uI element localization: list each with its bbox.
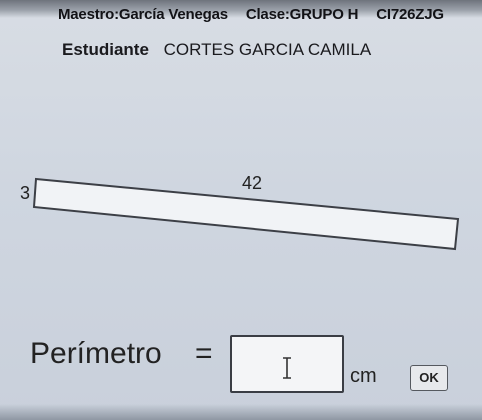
student-label: Estudiante [62,40,149,59]
bottom-edge [0,404,482,420]
equals-sign: = [195,337,213,370]
ok-button[interactable]: OK [410,365,448,391]
rectangle-shape [32,177,460,251]
class-label: Clase:GRUPO H [245,6,359,23]
unit-label: cm [350,365,377,387]
student-info: Estudiante CORTES GARCIA CAMILA [62,40,371,60]
answer-input[interactable] [230,335,344,393]
text-cursor-icon [283,357,291,379]
student-name: CORTES GARCIA CAMILA [163,40,372,59]
perimeter-label: Perímetro [30,337,162,370]
header-bar: Maestro:García Venegas Clase:GRUPO H CI7… [58,6,458,23]
teacher-label: Maestro:García Venegas [58,6,228,23]
perimeter-question: Perímetro = cm OK [30,335,470,395]
height-label: 3 [20,183,31,203]
class-code: CI726ZJG [376,6,444,23]
rectangle-figure: 42 3 [0,165,482,255]
width-label: 42 [242,173,263,193]
